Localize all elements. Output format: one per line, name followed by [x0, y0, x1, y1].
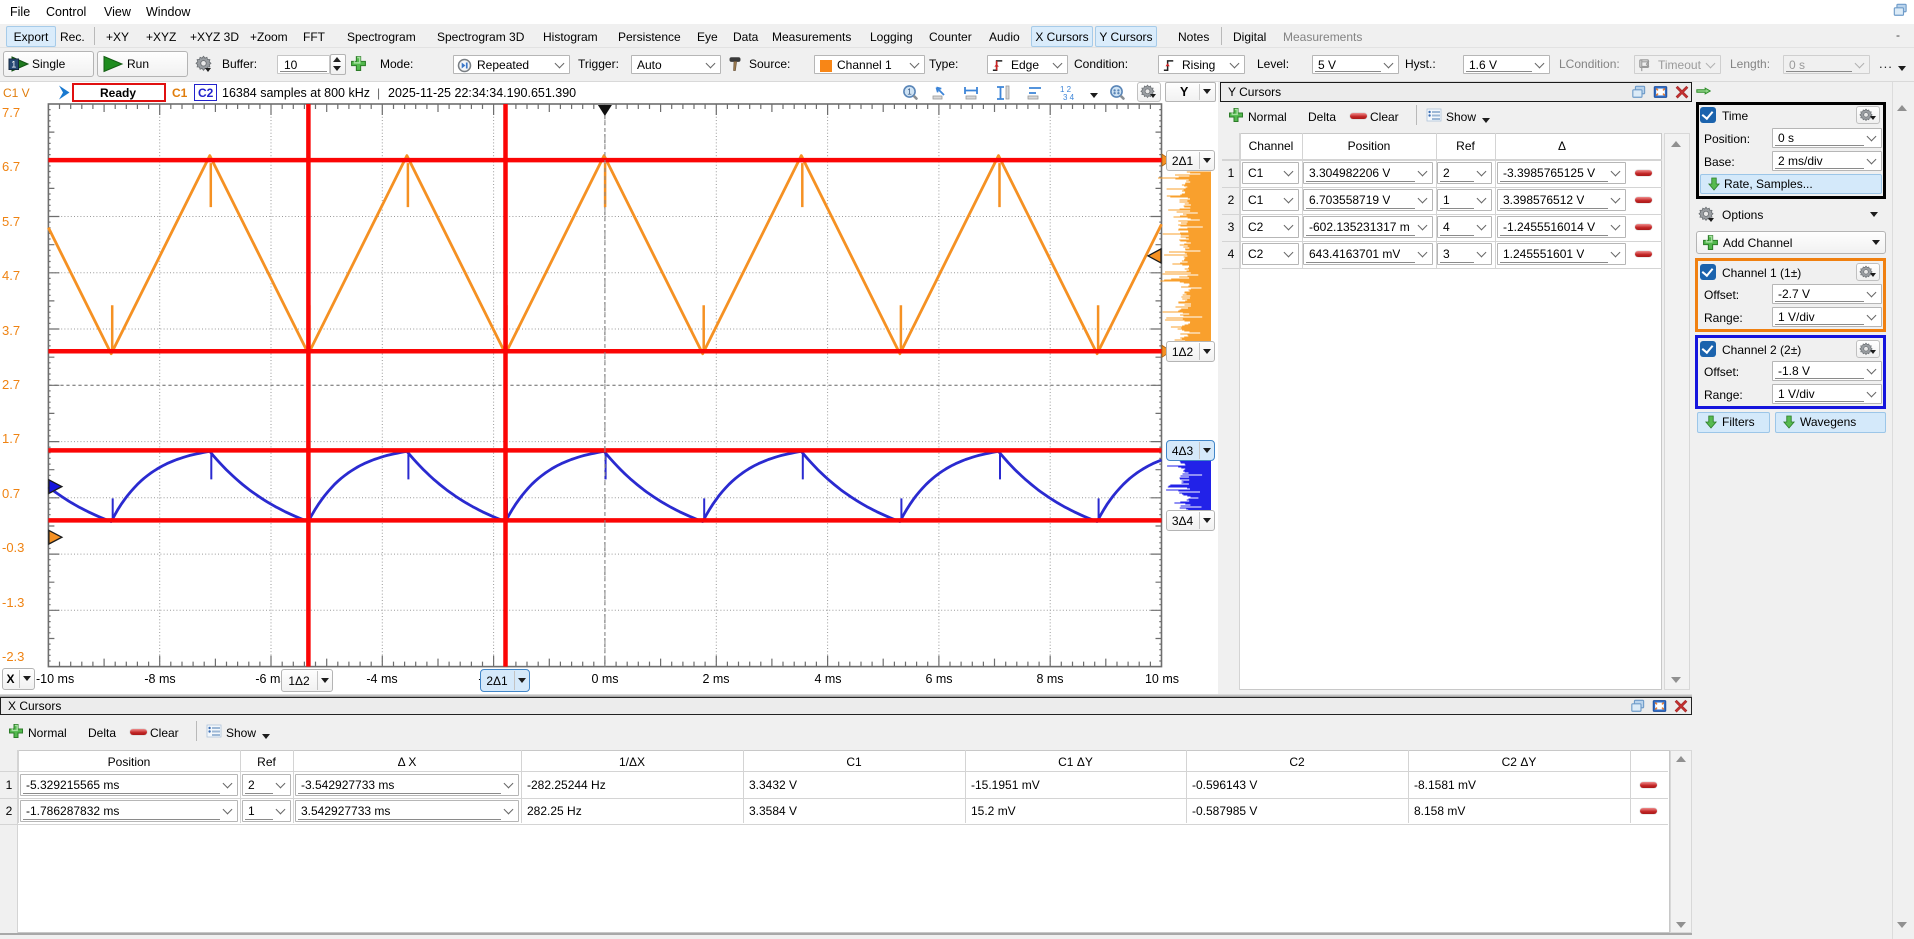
svg-text:-10 ms: -10 ms	[36, 672, 74, 686]
svg-text:8 ms: 8 ms	[1036, 672, 1063, 686]
svg-text:0 ms: 0 ms	[591, 672, 618, 686]
svg-text:2 ms: 2 ms	[702, 672, 729, 686]
svg-text:4 ms: 4 ms	[814, 672, 841, 686]
svg-text:10 ms: 10 ms	[1145, 672, 1179, 686]
svg-text:-8 ms: -8 ms	[144, 672, 175, 686]
svg-text:-4 ms: -4 ms	[366, 672, 397, 686]
svg-text:6 ms: 6 ms	[925, 672, 952, 686]
